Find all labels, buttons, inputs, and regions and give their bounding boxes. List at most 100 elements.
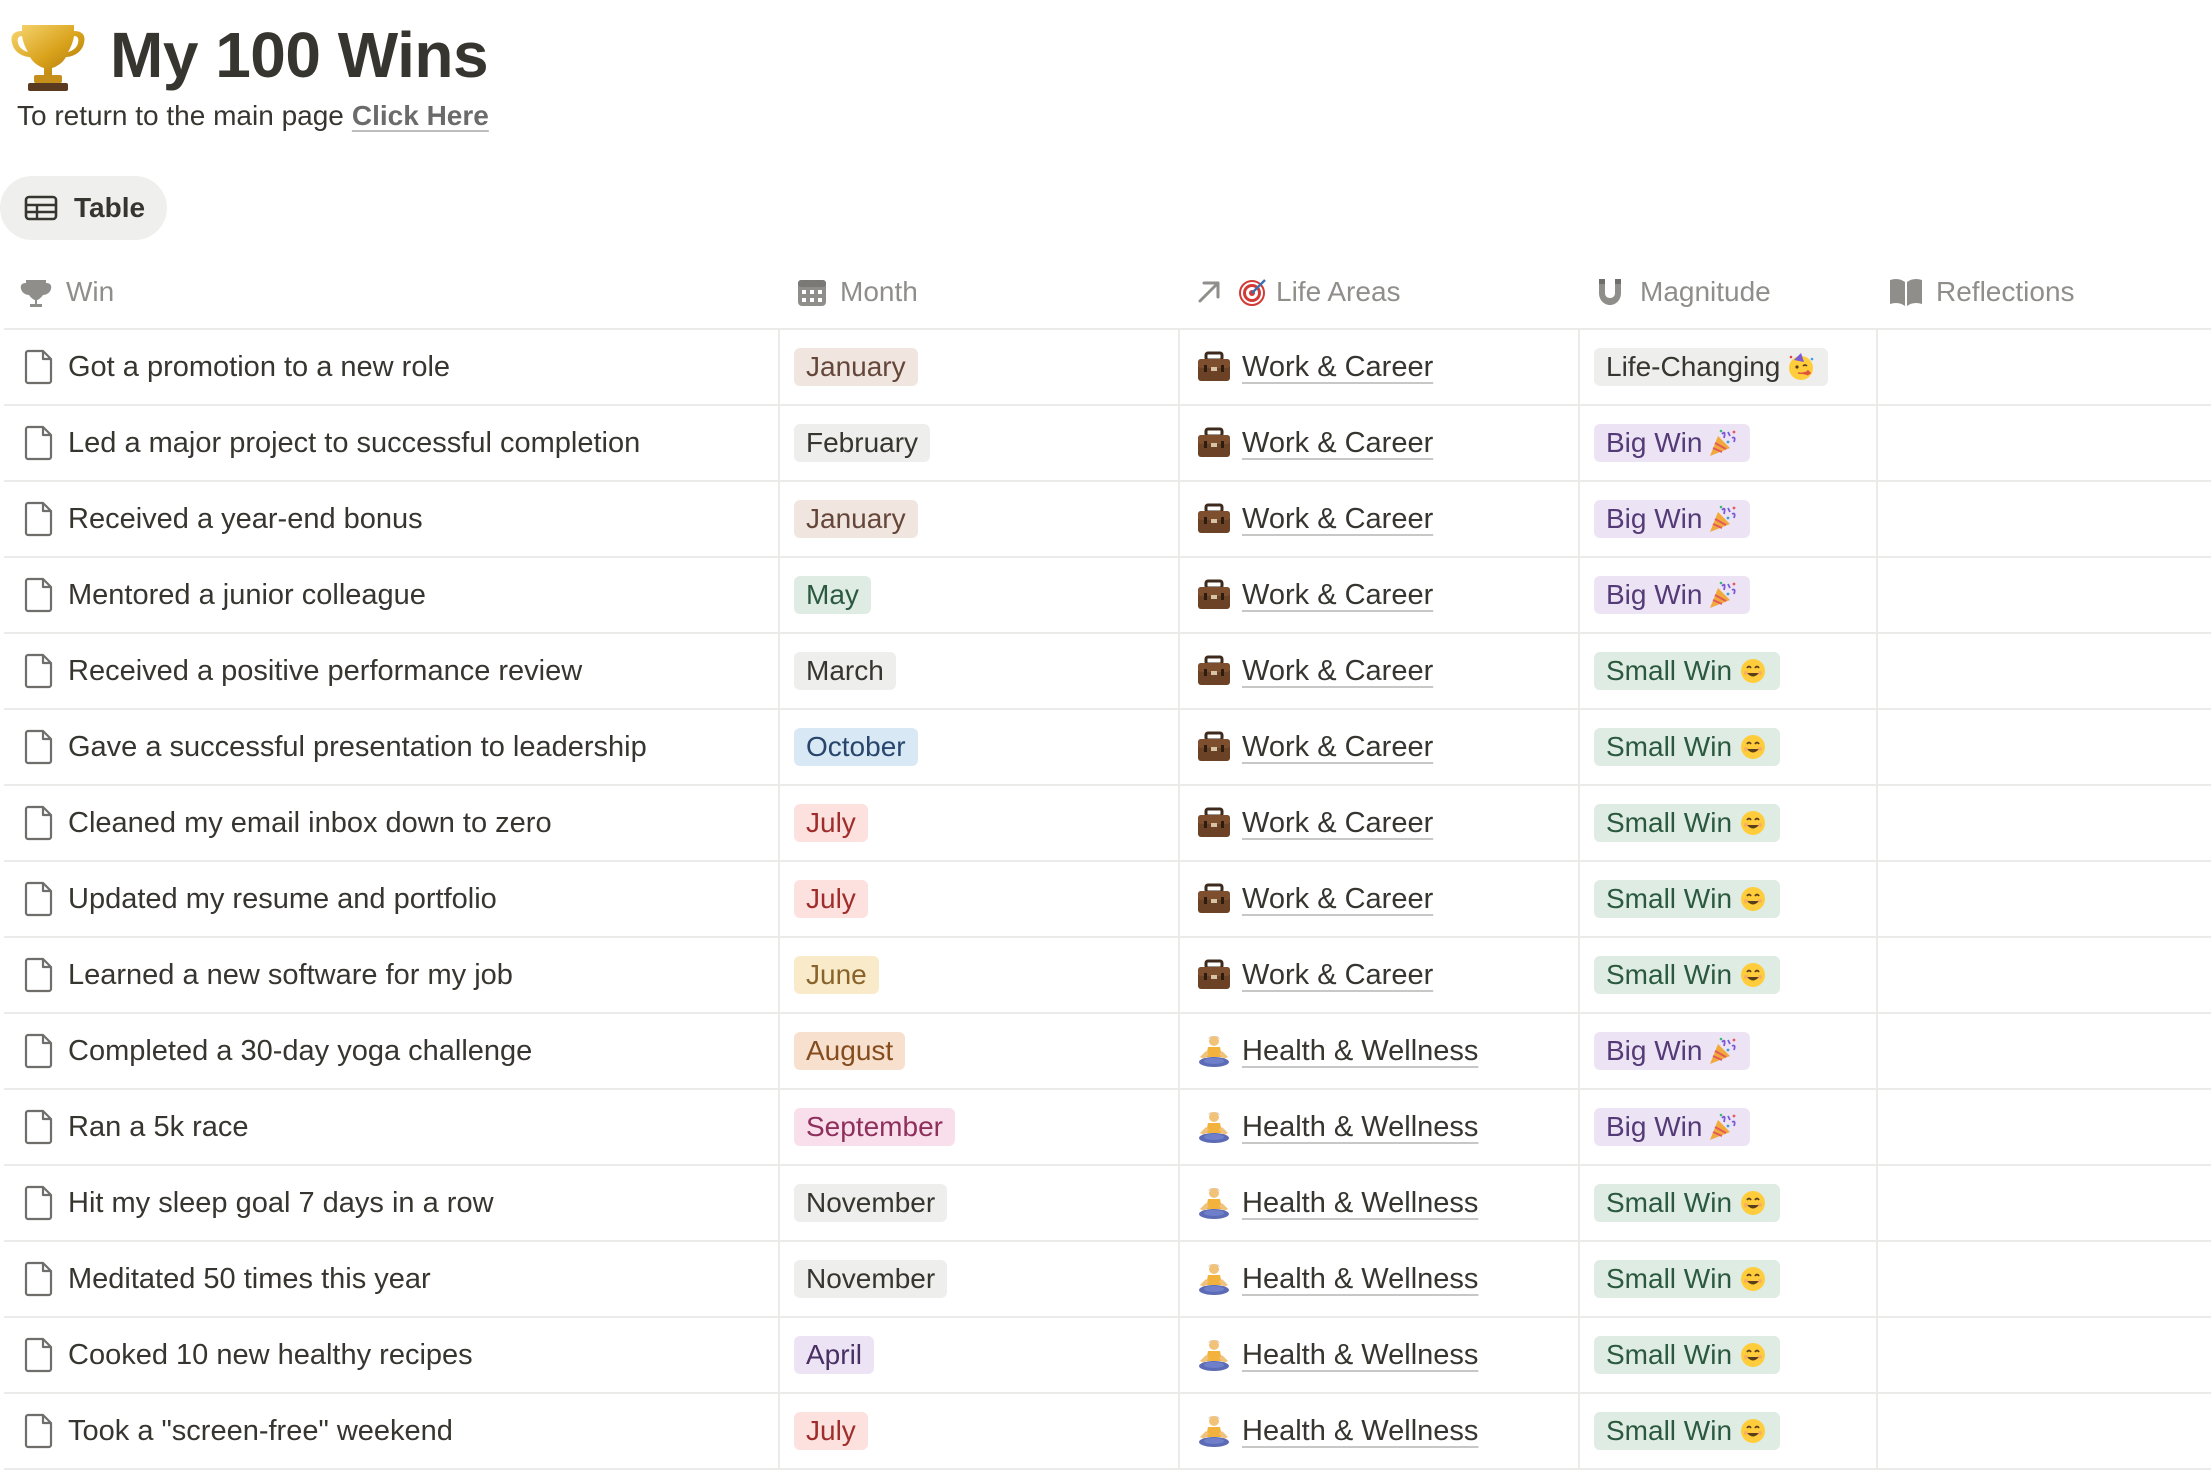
win-title[interactable]: Received a year-end bonus (68, 503, 423, 536)
cell-life-area[interactable]: Work & Career (1196, 938, 1433, 1012)
table-row[interactable]: Cooked 10 new healthy recipes April Health… (4, 1318, 2211, 1394)
cell-month[interactable]: November (794, 1242, 948, 1316)
win-title[interactable]: Updated my resume and portfolio (68, 883, 497, 916)
cell-reflections[interactable] (1878, 1394, 2211, 1468)
win-title[interactable]: Gave a successful presentation to leader… (68, 731, 647, 764)
cell-magnitude[interactable]: Small Win (1594, 1318, 1781, 1392)
cell-reflections[interactable] (1878, 786, 2211, 860)
win-title[interactable]: Completed a 30-day yoga challenge (68, 1035, 532, 1068)
cell-month[interactable]: April (794, 1318, 875, 1392)
cell-life-area[interactable]: Health & Wellness (1196, 1242, 1478, 1316)
cell-magnitude[interactable]: Big Win (1594, 558, 1751, 632)
cell-magnitude[interactable]: Small Win (1594, 710, 1781, 784)
win-title[interactable]: Got a promotion to a new role (68, 351, 450, 384)
win-title[interactable]: Learned a new software for my job (68, 959, 513, 992)
cell-month[interactable]: July (794, 1394, 868, 1468)
cell-win[interactable]: Updated my resume and portfolio (4, 862, 776, 936)
life-area-link[interactable]: Work & Career (1242, 731, 1433, 764)
win-title[interactable]: Received a positive performance review (68, 655, 582, 688)
win-title[interactable]: Mentored a junior colleague (68, 579, 426, 612)
life-area-link[interactable]: Health & Wellness (1242, 1187, 1478, 1220)
table-row[interactable]: Received a year-end bonus January Work & C… (4, 482, 2211, 558)
main-page-link[interactable]: Click Here (352, 100, 489, 131)
win-title[interactable]: Ran a 5k race (68, 1111, 249, 1144)
cell-life-area[interactable]: Health & Wellness (1196, 1166, 1478, 1240)
cell-reflections[interactable] (1878, 558, 2211, 632)
cell-win[interactable]: Learned a new software for my job (4, 938, 776, 1012)
cell-magnitude[interactable]: Small Win (1594, 862, 1781, 936)
life-area-link[interactable]: Work & Career (1242, 807, 1433, 840)
cell-month[interactable]: June (794, 938, 879, 1012)
column-header-reflections[interactable]: Reflections (1888, 256, 2075, 328)
cell-life-area[interactable]: Work & Career (1196, 558, 1433, 632)
table-row[interactable]: Got a promotion to a new role January Work… (4, 330, 2211, 406)
column-header-win[interactable]: Win (18, 256, 114, 328)
cell-reflections[interactable] (1878, 938, 2211, 1012)
life-area-link[interactable]: Health & Wellness (1242, 1415, 1478, 1448)
cell-reflections[interactable] (1878, 1318, 2211, 1392)
cell-magnitude[interactable]: Big Win (1594, 482, 1751, 556)
cell-month[interactable]: September (794, 1090, 955, 1164)
life-area-link[interactable]: Health & Wellness (1242, 1035, 1478, 1068)
cell-win[interactable]: Led a major project to successful comple… (4, 406, 776, 480)
win-title[interactable]: Took a "screen-free" weekend (68, 1415, 453, 1448)
cell-reflections[interactable] (1878, 1014, 2211, 1088)
cell-month[interactable]: July (794, 862, 868, 936)
cell-win[interactable]: Cleaned my email inbox down to zero (4, 786, 776, 860)
table-row[interactable]: Updated my resume and portfolio July Work … (4, 862, 2211, 938)
column-header-magnitude[interactable]: Magnitude (1594, 256, 1771, 328)
cell-magnitude[interactable]: Small Win (1594, 1242, 1781, 1316)
cell-magnitude[interactable]: Big Win (1594, 1090, 1751, 1164)
cell-magnitude[interactable]: Big Win (1594, 406, 1751, 480)
cell-month[interactable]: February (794, 406, 931, 480)
cell-magnitude[interactable]: Big Win (1594, 1014, 1751, 1088)
cell-reflections[interactable] (1878, 1166, 2211, 1240)
cell-reflections[interactable] (1878, 482, 2211, 556)
life-area-link[interactable]: Health & Wellness (1242, 1339, 1478, 1372)
cell-win[interactable]: Gave a successful presentation to leader… (4, 710, 776, 784)
cell-win[interactable]: Mentored a junior colleague (4, 558, 776, 632)
cell-reflections[interactable] (1878, 1242, 2211, 1316)
cell-win[interactable]: Received a year-end bonus (4, 482, 776, 556)
win-title[interactable]: Led a major project to successful comple… (68, 427, 640, 460)
cell-month[interactable]: October (794, 710, 918, 784)
win-title[interactable]: Hit my sleep goal 7 days in a row (68, 1187, 494, 1220)
life-area-link[interactable]: Work & Career (1242, 503, 1433, 536)
life-area-link[interactable]: Health & Wellness (1242, 1263, 1478, 1296)
life-area-link[interactable]: Work & Career (1242, 655, 1433, 688)
cell-life-area[interactable]: Work & Career (1196, 634, 1433, 708)
table-view-tab[interactable]: Table (0, 176, 167, 240)
cell-win[interactable]: Completed a 30-day yoga challenge (4, 1014, 776, 1088)
life-area-link[interactable]: Work & Career (1242, 579, 1433, 612)
table-row[interactable]: Ran a 5k race September Health & Wellness B… (4, 1090, 2211, 1166)
cell-life-area[interactable]: Health & Wellness (1196, 1090, 1478, 1164)
cell-magnitude[interactable]: Small Win (1594, 634, 1781, 708)
life-area-link[interactable]: Health & Wellness (1242, 1111, 1478, 1144)
cell-life-area[interactable]: Work & Career (1196, 406, 1433, 480)
cell-life-area[interactable]: Health & Wellness (1196, 1394, 1478, 1468)
table-row[interactable]: Completed a 30-day yoga challenge August H… (4, 1014, 2211, 1090)
win-title[interactable]: Meditated 50 times this year (68, 1263, 431, 1296)
cell-month[interactable]: January (794, 330, 918, 404)
cell-month[interactable]: August (794, 1014, 906, 1088)
table-row[interactable]: Gave a successful presentation to leader… (4, 710, 2211, 786)
cell-win[interactable]: Meditated 50 times this year (4, 1242, 776, 1316)
cell-month[interactable]: July (794, 786, 868, 860)
cell-reflections[interactable] (1878, 862, 2211, 936)
cell-win[interactable]: Received a positive performance review (4, 634, 776, 708)
column-header-life-areas[interactable]: Life Areas (1194, 256, 1401, 328)
life-area-link[interactable]: Work & Career (1242, 883, 1433, 916)
cell-reflections[interactable] (1878, 710, 2211, 784)
cell-reflections[interactable] (1878, 634, 2211, 708)
cell-magnitude[interactable]: Small Win (1594, 1394, 1781, 1468)
cell-reflections[interactable] (1878, 1090, 2211, 1164)
win-title[interactable]: Cleaned my email inbox down to zero (68, 807, 552, 840)
cell-month[interactable]: January (794, 482, 918, 556)
table-row[interactable]: Learned a new software for my job June Wor… (4, 938, 2211, 1014)
table-row[interactable]: Led a major project to successful comple… (4, 406, 2211, 482)
cell-life-area[interactable]: Health & Wellness (1196, 1318, 1478, 1392)
table-row[interactable]: Received a positive performance review Ma… (4, 634, 2211, 710)
life-area-link[interactable]: Work & Career (1242, 959, 1433, 992)
cell-win[interactable]: Cooked 10 new healthy recipes (4, 1318, 776, 1392)
cell-win[interactable]: Took a "screen-free" weekend (4, 1394, 776, 1468)
